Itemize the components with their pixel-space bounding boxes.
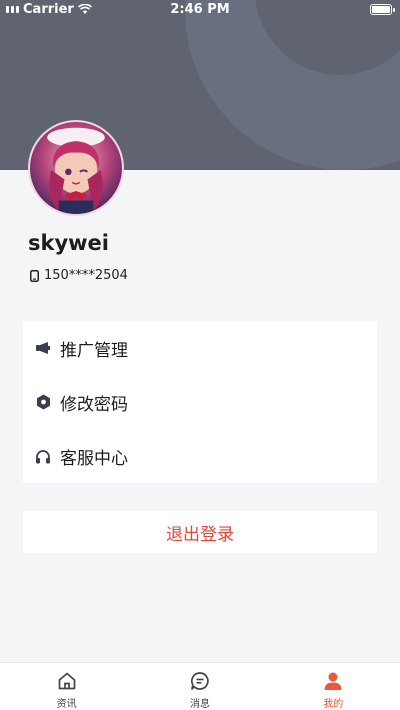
megaphone-icon <box>34 339 52 357</box>
settings-menu: 推广管理 修改密码 客服中心 <box>23 321 377 483</box>
status-bar: Carrier 2:46 PM <box>0 0 400 20</box>
status-time: 2:46 PM <box>170 2 230 17</box>
mobile-phone-icon <box>30 269 39 282</box>
menu-item-label: 推广管理 <box>60 340 128 361</box>
tab-bar: 资讯 消息 我的 <box>0 662 400 710</box>
menu-item-promotion[interactable]: 推广管理 <box>23 321 377 375</box>
headset-icon <box>34 447 52 465</box>
menu-item-customer-service[interactable]: 客服中心 <box>23 429 377 483</box>
hexagon-lock-icon <box>34 393 52 411</box>
menu-item-label: 修改密码 <box>60 394 128 415</box>
home-icon <box>56 670 78 691</box>
tab-label: 我的 <box>323 699 344 710</box>
tab-messages[interactable]: 消息 <box>133 663 266 710</box>
message-icon <box>189 670 211 691</box>
tab-news[interactable]: 资讯 <box>0 663 133 710</box>
phone-row: 150****2504 <box>30 268 128 283</box>
avatar-illustration <box>47 127 105 214</box>
phone-number: 150****2504 <box>44 268 128 283</box>
tab-mine[interactable]: 我的 <box>267 663 400 710</box>
tab-label: 资讯 <box>56 699 77 710</box>
person-icon <box>322 670 344 691</box>
avatar[interactable] <box>28 120 124 216</box>
username: skywei <box>28 231 109 255</box>
tab-label: 消息 <box>189 699 210 710</box>
battery-icon <box>370 4 395 15</box>
menu-item-change-password[interactable]: 修改密码 <box>23 375 377 429</box>
menu-item-label: 客服中心 <box>60 448 128 469</box>
logout-button[interactable]: 退出登录 <box>23 511 377 553</box>
